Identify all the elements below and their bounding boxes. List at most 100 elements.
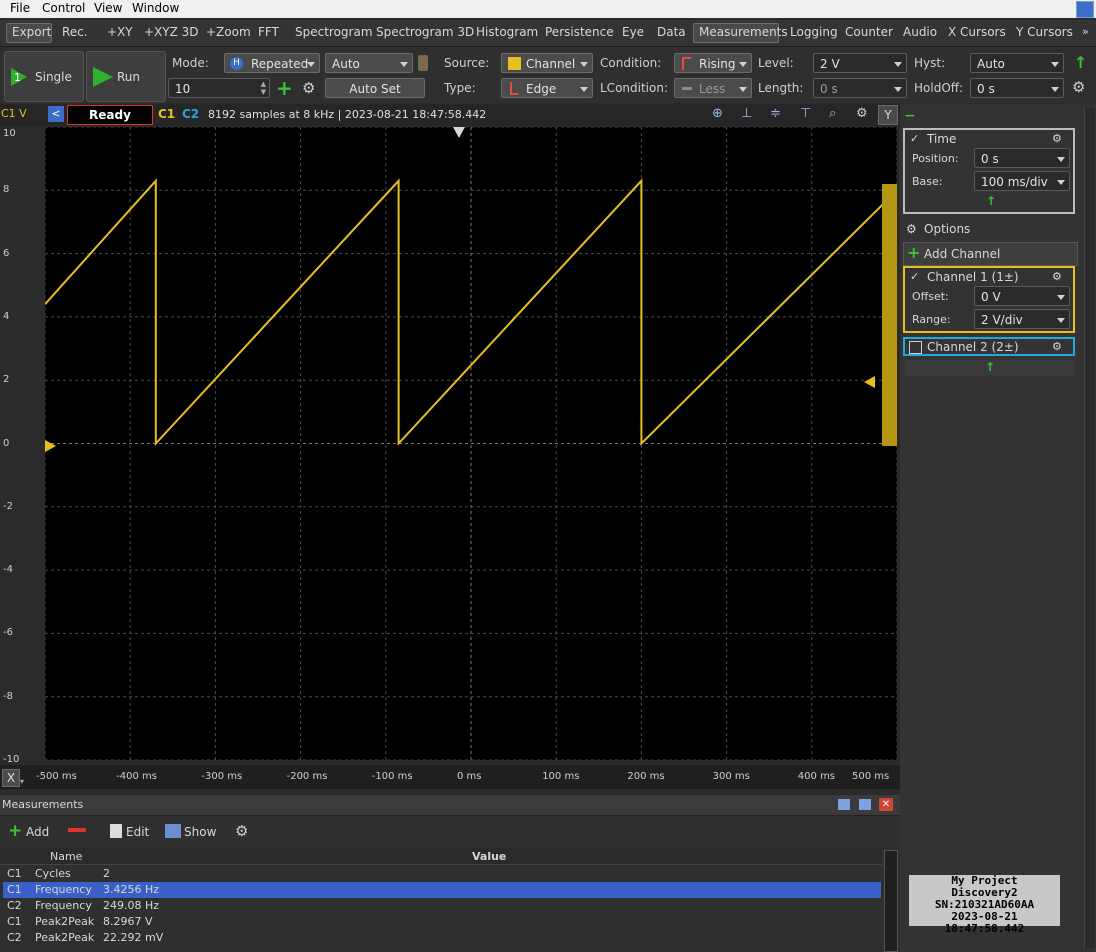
level-input[interactable]: 2 V <box>813 53 907 73</box>
collapse-panel-icon[interactable]: − <box>904 108 916 124</box>
count-spinner-icon[interactable]: ▲ ▼ <box>261 80 266 96</box>
tab-rec[interactable]: Rec. <box>62 25 88 39</box>
header-name: Name <box>50 850 83 863</box>
table-row[interactable]: C2 Frequency 249.08 Hz <box>3 898 881 914</box>
close-icon[interactable]: ✕ <box>879 798 893 811</box>
align-bottom-icon[interactable]: ⊥ <box>741 106 752 121</box>
tab-histogram[interactable]: Histogram <box>476 25 538 39</box>
tool-tab-row: Export Rec. +XY +XYZ 3D +Zoom FFT Spectr… <box>0 20 1096 47</box>
magnifier-icon[interactable]: ⌕ <box>829 106 836 121</box>
time-gear-icon[interactable]: ⚙ <box>1052 132 1062 145</box>
mode-select[interactable]: H Repeated <box>224 53 320 73</box>
source-select[interactable]: Channel 1 <box>501 53 593 73</box>
ch2-gear-icon[interactable]: ⚙ <box>1052 340 1062 353</box>
add-measurement-button[interactable]: Add <box>26 825 49 839</box>
options-gear-icon[interactable]: ⚙ <box>906 222 917 236</box>
ch1-gear-icon[interactable]: ⚙ <box>1052 270 1062 283</box>
y-axis-button[interactable]: Y <box>878 105 898 125</box>
add-measurement-icon[interactable]: + <box>8 821 22 841</box>
tab-export[interactable]: Export <box>12 25 51 39</box>
table-row[interactable]: C1 Cycles 2 <box>3 866 881 882</box>
tab-fft[interactable]: FFT <box>258 25 279 39</box>
y-tick-label: -10 <box>3 754 20 765</box>
holdoff-input[interactable]: 0 s <box>970 78 1064 98</box>
align-top-icon[interactable]: ⊤ <box>800 106 811 121</box>
trigger-level-marker[interactable] <box>864 376 875 388</box>
single-button[interactable]: 1 Single <box>4 51 84 102</box>
trigger-gear-icon[interactable]: ⚙ <box>1072 78 1085 96</box>
menu-control[interactable]: Control <box>42 1 85 15</box>
window-restore-icon[interactable] <box>838 799 850 810</box>
time-expand-icon[interactable]: ↑ <box>986 194 996 208</box>
x-axis-menu-icon[interactable]: ▾ <box>20 777 24 786</box>
trigger-position-marker[interactable] <box>453 127 465 138</box>
table-row[interactable]: C1 Peak2Peak 8.2967 V <box>3 914 881 930</box>
x-axis-button[interactable]: X <box>2 769 20 787</box>
tab-zoom[interactable]: +Zoom <box>206 25 251 39</box>
plot-status-bar: C1 V < Ready C1 C2 8192 samples at 8 kHz… <box>0 104 900 126</box>
restore-window-icon[interactable] <box>1076 1 1094 18</box>
arrow-up-icon[interactable]: ↑ <box>1074 53 1087 72</box>
range-input[interactable]: 2 V/div <box>974 309 1070 329</box>
tab-spectrogram3d[interactable]: Spectrogram 3D <box>376 25 474 39</box>
oscilloscope-plot[interactable] <box>45 127 897 760</box>
mode-count-input[interactable]: 10 ▲ ▼ <box>168 78 270 98</box>
add-channel-button[interactable]: + Add Channel <box>903 242 1078 266</box>
length-input[interactable]: 0 s <box>813 78 907 98</box>
menu-view[interactable]: View <box>94 1 122 15</box>
base-input[interactable]: 100 ms/div <box>974 171 1070 191</box>
edit-measurement-button[interactable]: Edit <box>126 825 149 839</box>
gear-icon[interactable]: ⚙ <box>302 79 315 97</box>
window-maximize-icon[interactable] <box>859 799 871 810</box>
tab-xy[interactable]: +XY <box>107 25 133 39</box>
zoom-icon[interactable]: ⊕ <box>712 106 723 121</box>
panel-scrollbar[interactable] <box>1084 108 1095 948</box>
c1-indicator[interactable]: C1 <box>158 107 175 121</box>
time-check-icon[interactable]: ✓ <box>910 132 919 145</box>
measurement-scrollbar[interactable] <box>884 850 898 952</box>
condition-select[interactable]: Rising <box>674 53 752 73</box>
tab-eye[interactable]: Eye <box>622 25 644 39</box>
tab-spectrogram[interactable]: Spectrogram <box>295 25 373 39</box>
align-middle-icon[interactable]: ≑ <box>770 106 781 121</box>
trigger-hand-icon[interactable] <box>418 55 428 71</box>
tab-persistence[interactable]: Persistence <box>545 25 614 39</box>
channel1-offset-marker[interactable] <box>45 440 56 452</box>
ch1-check-icon[interactable]: ✓ <box>910 270 919 283</box>
row-channel: C2 <box>7 899 22 912</box>
tab-measurements[interactable]: Measurements <box>699 25 788 39</box>
offset-input[interactable]: 0 V <box>974 286 1070 306</box>
channel-expand-bar[interactable]: ↑ <box>905 360 1075 376</box>
remove-measurement-icon[interactable] <box>68 828 86 832</box>
add-plus-icon[interactable]: + <box>276 78 293 98</box>
type-select[interactable]: Edge <box>501 78 593 98</box>
c2-indicator[interactable]: C2 <box>182 107 199 121</box>
tab-y-cursors[interactable]: Y Cursors <box>1016 25 1073 39</box>
tab-audio[interactable]: Audio <box>903 25 937 39</box>
table-row[interactable]: C2 Peak2Peak 22.292 mV <box>3 930 881 946</box>
menu-file[interactable]: File <box>10 1 30 15</box>
edit-icon[interactable] <box>110 824 122 838</box>
tab-xyz3d[interactable]: +XYZ 3D <box>144 25 199 39</box>
tab-logging[interactable]: Logging <box>790 25 838 39</box>
show-measurement-button[interactable]: Show <box>184 825 216 839</box>
measurement-gear-icon[interactable]: ⚙ <box>235 822 248 840</box>
collapse-left-icon[interactable]: < <box>48 106 64 122</box>
plot-gear-icon[interactable]: ⚙ <box>856 106 868 121</box>
x-tick-label: 100 ms <box>542 771 580 782</box>
options-label[interactable]: Options <box>924 222 970 236</box>
auto-mode-select[interactable]: Auto <box>325 53 413 73</box>
menu-window[interactable]: Window <box>132 1 179 15</box>
more-tabs-icon[interactable]: » <box>1082 25 1089 38</box>
auto-set-button[interactable]: Auto Set <box>325 78 425 98</box>
run-button[interactable]: Run <box>86 51 166 102</box>
table-row[interactable]: C1 Frequency 3.4256 Hz <box>3 882 881 898</box>
show-icon[interactable] <box>165 824 181 838</box>
tab-x-cursors[interactable]: X Cursors <box>948 25 1006 39</box>
position-input[interactable]: 0 s <box>974 148 1070 168</box>
ch2-checkbox[interactable] <box>909 341 922 354</box>
tab-data[interactable]: Data <box>657 25 686 39</box>
tab-counter[interactable]: Counter <box>845 25 893 39</box>
hyst-input[interactable]: Auto <box>970 53 1064 73</box>
lcondition-select[interactable]: Less <box>674 78 752 98</box>
